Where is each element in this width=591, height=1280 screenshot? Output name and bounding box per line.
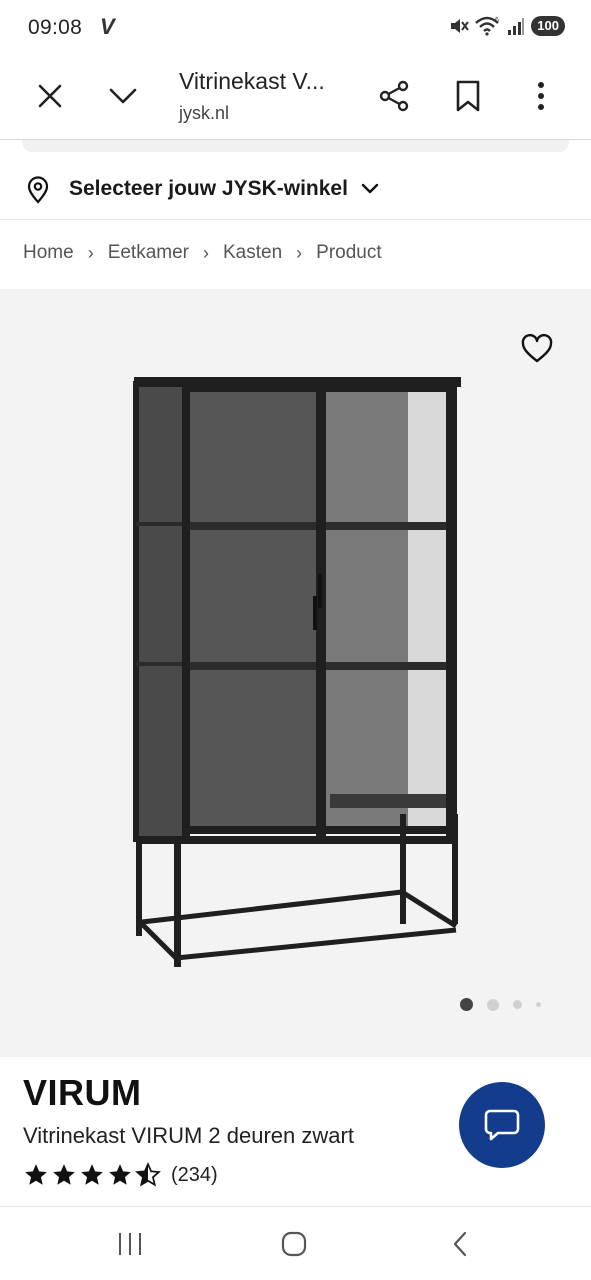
star-icon xyxy=(109,1164,131,1185)
breadcrumb-separator: › xyxy=(296,242,303,263)
breadcrumb-kasten[interactable]: Kasten xyxy=(223,242,282,264)
share-icon[interactable] xyxy=(376,78,412,114)
more-vert-icon[interactable] xyxy=(528,78,554,114)
mute-icon xyxy=(451,19,470,33)
chat-bubble-icon xyxy=(484,1109,520,1141)
pagination-dot[interactable] xyxy=(513,1000,522,1009)
chevron-down-icon xyxy=(361,183,379,194)
recents-icon[interactable] xyxy=(117,1231,143,1257)
breadcrumb-home[interactable]: Home xyxy=(23,242,74,264)
browser-toolbar: Vitrinekast V... jysk.nl xyxy=(0,58,591,140)
pagination-dot-active[interactable] xyxy=(460,998,473,1011)
bookmark-icon[interactable] xyxy=(452,78,484,114)
breadcrumb-separator: › xyxy=(203,242,209,263)
breadcrumb-product: Product xyxy=(316,242,382,263)
store-selector[interactable]: Selecteer jouw JYSK-winkel xyxy=(0,160,591,220)
close-icon[interactable] xyxy=(34,80,66,112)
product-name: Vitrinekast VIRUM 2 deuren zwart xyxy=(23,1123,354,1148)
chat-button[interactable] xyxy=(459,1082,545,1168)
page-title[interactable]: Vitrinekast V... xyxy=(179,68,325,95)
back-icon[interactable] xyxy=(450,1230,470,1258)
signal-icon xyxy=(508,18,525,35)
battery-icon: 100 xyxy=(531,16,565,36)
wifi-icon: 6 xyxy=(475,16,499,36)
product-rating[interactable]: (234) xyxy=(23,1162,218,1188)
location-pin-icon xyxy=(27,176,49,204)
product-image-gallery[interactable] xyxy=(0,289,591,1057)
heart-icon[interactable] xyxy=(520,333,554,365)
breadcrumb: Home › Eetkamer › Kasten › Product xyxy=(23,242,382,264)
system-nav-bar xyxy=(0,1206,591,1280)
star-icon xyxy=(81,1164,103,1185)
home-icon[interactable] xyxy=(280,1230,308,1258)
breadcrumb-eetkamer[interactable]: Eetkamer xyxy=(108,242,189,264)
half-star-icon xyxy=(135,1162,161,1187)
review-count: (234) xyxy=(171,1163,218,1186)
product-brand: VIRUM xyxy=(23,1072,142,1113)
page-url[interactable]: jysk.nl xyxy=(179,103,229,124)
star-icon xyxy=(25,1164,47,1185)
carrier-icon: V xyxy=(100,14,115,39)
pagination-dot[interactable] xyxy=(536,1002,541,1007)
rating-stars xyxy=(23,1162,161,1188)
status-icons: 6 100 xyxy=(449,16,565,36)
scroll-hint xyxy=(22,140,569,152)
product-image xyxy=(133,377,461,967)
chevron-down-icon[interactable] xyxy=(106,80,140,112)
breadcrumb-separator: › xyxy=(87,242,94,263)
star-icon xyxy=(53,1164,75,1185)
gallery-pagination xyxy=(460,998,541,1011)
status-time: 09:08 xyxy=(28,16,83,39)
pagination-dot[interactable] xyxy=(487,998,499,1011)
svg-text:6: 6 xyxy=(495,17,499,24)
status-bar: 09:08 V 6 100 xyxy=(0,0,591,58)
store-selector-label: Selecteer jouw JYSK-winkel xyxy=(69,177,348,200)
